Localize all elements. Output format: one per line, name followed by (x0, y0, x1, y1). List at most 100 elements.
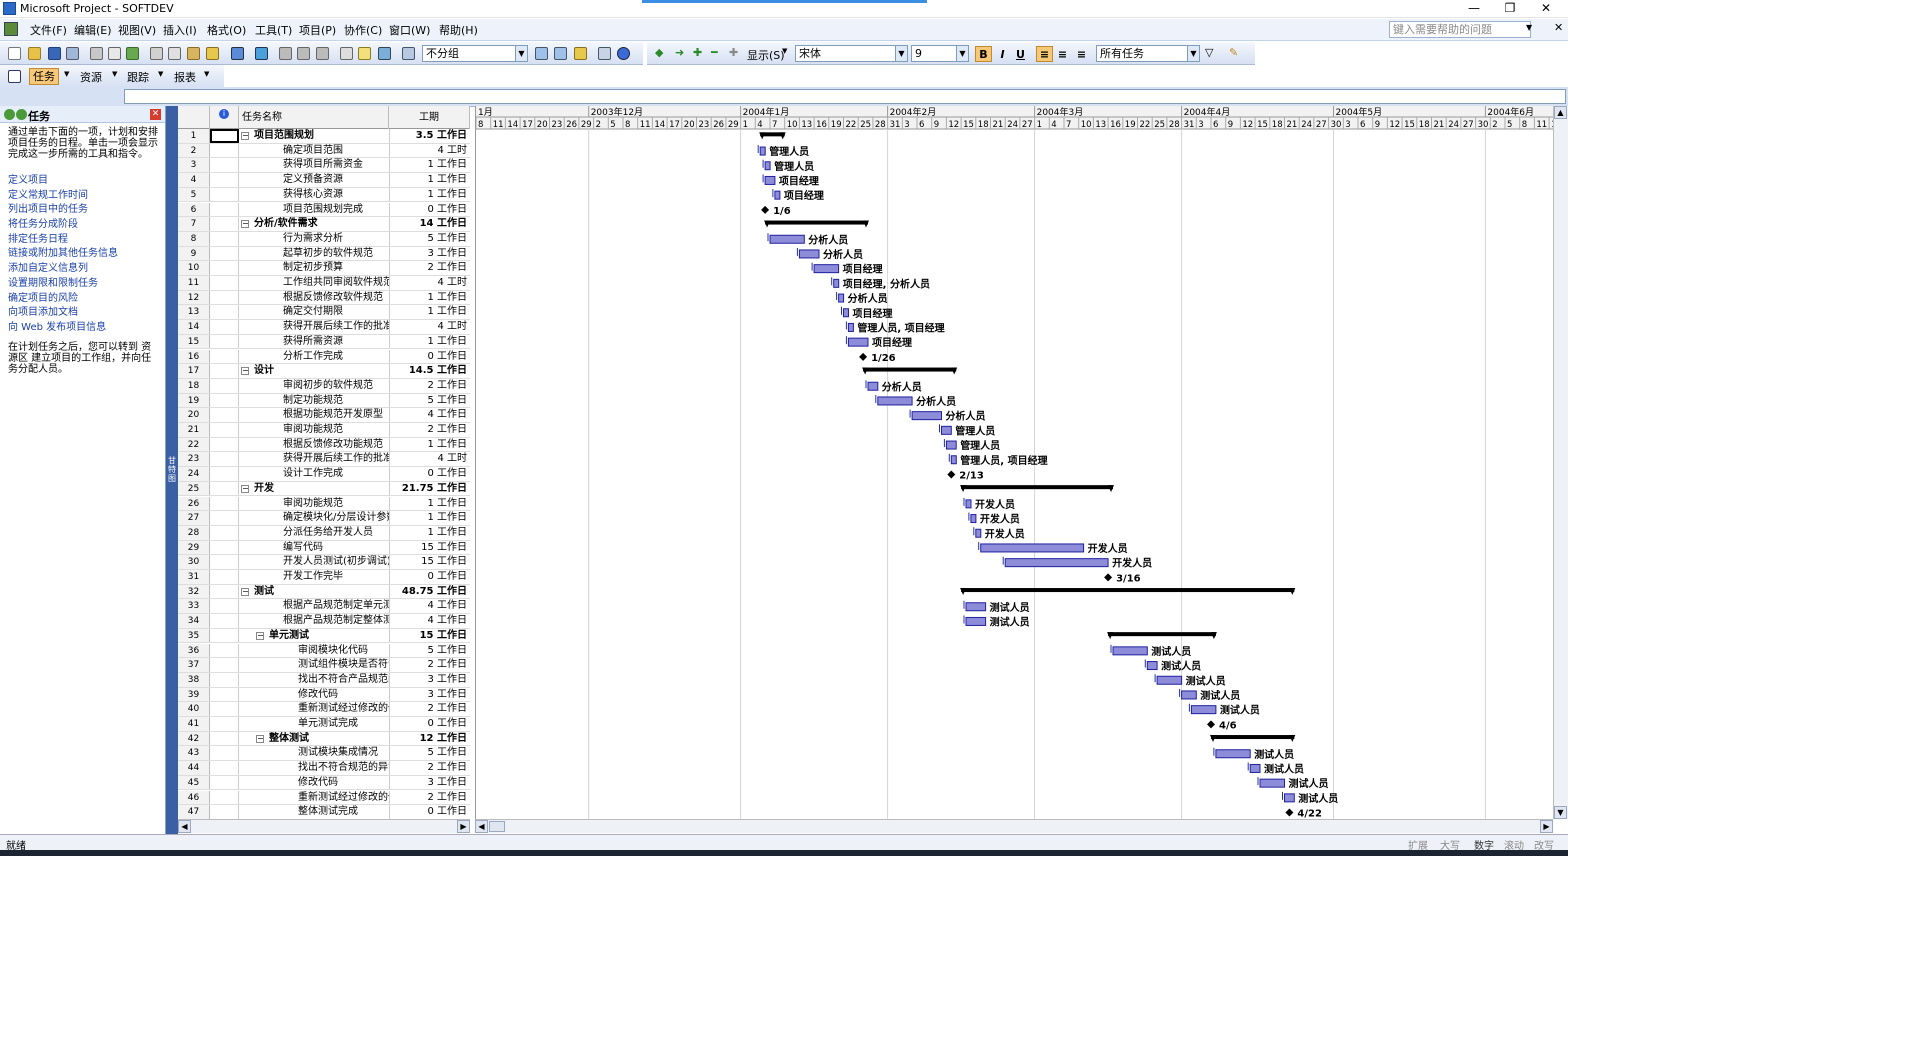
entry-input[interactable] (124, 89, 1566, 104)
task-name-cell[interactable]: 设计 (254, 364, 389, 378)
link-schedule[interactable]: 排定任务日程 (8, 230, 68, 245)
milestone-diamond[interactable] (859, 352, 868, 361)
task-bar[interactable] (965, 602, 987, 612)
table-row[interactable]: 43 测试模块集成情况 5 工作日 (178, 746, 470, 762)
task-bar[interactable] (950, 455, 957, 465)
row-id[interactable]: 28 (178, 525, 210, 540)
indicator-cell[interactable] (210, 481, 239, 496)
indicator-cell[interactable] (210, 202, 239, 217)
menu-project[interactable]: 项目(P) (299, 22, 336, 38)
table-row[interactable]: 9 起草初步的软件规范 3 工作日 (178, 246, 470, 262)
link-deadlines[interactable]: 设置期限和限制任务 (8, 274, 98, 289)
task-name-cell[interactable]: 项目范围规划完成 (283, 203, 389, 217)
link-risks[interactable]: 确定项目的风险 (8, 289, 78, 304)
table-row[interactable]: 7 − 分析/软件需求 14 工作日 (178, 217, 470, 232)
table-row[interactable]: 26 审阅功能规范 1 工作日 (178, 496, 470, 512)
collapse-icon[interactable]: − (256, 631, 264, 640)
row-id[interactable]: 8 (178, 231, 210, 246)
table-row[interactable]: 10 制定初步预算 2 工作日 (178, 261, 470, 276)
duration-cell[interactable]: 5 工作日 (389, 746, 470, 761)
task-name-cell[interactable]: 整体测试 (269, 732, 389, 746)
show-all-icon[interactable]: ✚ (729, 46, 738, 59)
row-id[interactable]: 9 (178, 246, 210, 261)
task-bar[interactable] (1112, 646, 1148, 656)
indicator-cell[interactable] (210, 173, 239, 187)
table-row[interactable]: 23 获得开展后续工作的批准 4 工时 (178, 452, 470, 468)
copy-icon[interactable] (168, 47, 181, 60)
task-name-cell[interactable]: 测试 (254, 585, 389, 599)
task-bar[interactable] (843, 308, 849, 318)
table-row[interactable]: 4 定义预备资源 1 工作日 (178, 173, 470, 188)
close-icon[interactable]: ✕ (150, 109, 161, 120)
menu-edit[interactable]: 编辑(E) (74, 22, 112, 38)
resources-dropdown-icon[interactable]: ▼ (112, 70, 117, 78)
indicator-cell[interactable] (210, 187, 239, 202)
row-id[interactable]: 23 (178, 452, 210, 467)
task-name-cell[interactable]: 重新测试经过修改的代码 (298, 702, 389, 716)
group-select[interactable]: 不分组 ▼ (422, 45, 528, 62)
table-row[interactable]: 38 找出不符合产品规范的异常情况3 工作日 (178, 672, 470, 688)
guide-tasks-button[interactable]: 任务 (29, 68, 59, 85)
task-name-cell[interactable]: 获得开展后续工作的批准 (283, 452, 389, 466)
doc-icon[interactable] (4, 22, 18, 36)
milestone-diamond[interactable] (1285, 808, 1294, 817)
row-id[interactable]: 35 (178, 628, 210, 643)
table-row[interactable]: 45 修改代码 3 工作日 (178, 775, 470, 791)
table-row[interactable]: 34 根据产品规范制定整体测试计划4 工作日 (178, 614, 470, 629)
indicator-cell[interactable] (210, 702, 239, 716)
task-name-cell[interactable]: 根据产品规范制定单元测试计划 (283, 599, 389, 613)
link-documents[interactable]: 向项目添加文档 (8, 303, 78, 318)
indicator-cell[interactable] (210, 231, 239, 246)
duration-cell[interactable]: 15 工作日 (389, 555, 470, 569)
row-id[interactable]: 34 (178, 614, 210, 628)
row-id[interactable]: 47 (178, 805, 210, 819)
row-id[interactable]: 42 (178, 731, 210, 746)
forward-icon[interactable] (16, 109, 27, 120)
indicator-cell[interactable] (210, 687, 239, 702)
table-row[interactable]: 41 单元测试完成 0 工作日 (178, 717, 470, 732)
row-id[interactable]: 10 (178, 261, 210, 275)
indicator-cell[interactable] (210, 570, 239, 584)
scroll-up-icon[interactable]: ▲ (1554, 106, 1567, 119)
task-name-cell[interactable]: 确定项目范围 (283, 144, 389, 158)
table-row[interactable]: 39 修改代码 3 工作日 (178, 687, 470, 703)
table-row[interactable]: 25 − 开发 21.75 工作日 (178, 481, 470, 497)
task-name-cell[interactable]: 审阅模块化代码 (298, 644, 389, 658)
task-bar[interactable] (1259, 778, 1285, 788)
task-name-cell[interactable]: 工作组共同审阅软件规范/预算 (283, 276, 389, 290)
table-row[interactable]: 33 根据产品规范制定单元测试计划4 工作日 (178, 599, 470, 615)
duration-cell[interactable]: 2 工作日 (389, 423, 470, 437)
table-row[interactable]: 46 重新测试经过修改的代码2 工作日 (178, 790, 470, 806)
indicator-cell[interactable] (210, 540, 239, 555)
row-id[interactable]: 20 (178, 408, 210, 422)
indicator-cell[interactable] (210, 437, 239, 452)
task-bar[interactable] (975, 528, 982, 538)
assign-resources-icon[interactable] (378, 47, 391, 60)
collapse-icon[interactable]: − (241, 132, 249, 140)
guide-toggle-icon[interactable] (8, 70, 21, 83)
indicator-cell[interactable] (210, 349, 239, 364)
task-bar[interactable] (847, 322, 854, 332)
task-name-cell[interactable]: 根据功能规范开发原型 (283, 408, 389, 422)
help-icon[interactable] (617, 47, 630, 60)
task-bar[interactable] (838, 293, 845, 303)
indicator-cell[interactable] (210, 261, 239, 275)
minimize-button[interactable]: — (1456, 0, 1492, 18)
link-list-tasks[interactable]: 列出项目中的任务 (8, 200, 88, 215)
indicator-cell[interactable] (210, 276, 239, 290)
indent-icon[interactable]: ➜ (675, 46, 684, 59)
duration-cell[interactable]: 4 工作日 (389, 599, 470, 614)
indicator-cell[interactable] (210, 599, 239, 614)
unlink-tasks-icon[interactable] (297, 47, 310, 60)
row-id[interactable]: 26 (178, 496, 210, 511)
task-bar[interactable] (769, 234, 805, 244)
collapse-icon[interactable]: − (256, 734, 264, 743)
menu-format[interactable]: 格式(O) (207, 22, 246, 38)
row-id[interactable]: 4 (178, 173, 210, 187)
summary-bar[interactable] (1211, 735, 1295, 740)
task-bar[interactable] (945, 440, 957, 450)
task-name-cell[interactable]: 设计工作完成 (283, 467, 389, 481)
table-row[interactable]: 32 − 测试 48.75 工作日 (178, 584, 470, 600)
row-id[interactable]: 17 (178, 364, 210, 378)
link-attach-info[interactable]: 链接或附加其他任务信息 (8, 244, 118, 259)
